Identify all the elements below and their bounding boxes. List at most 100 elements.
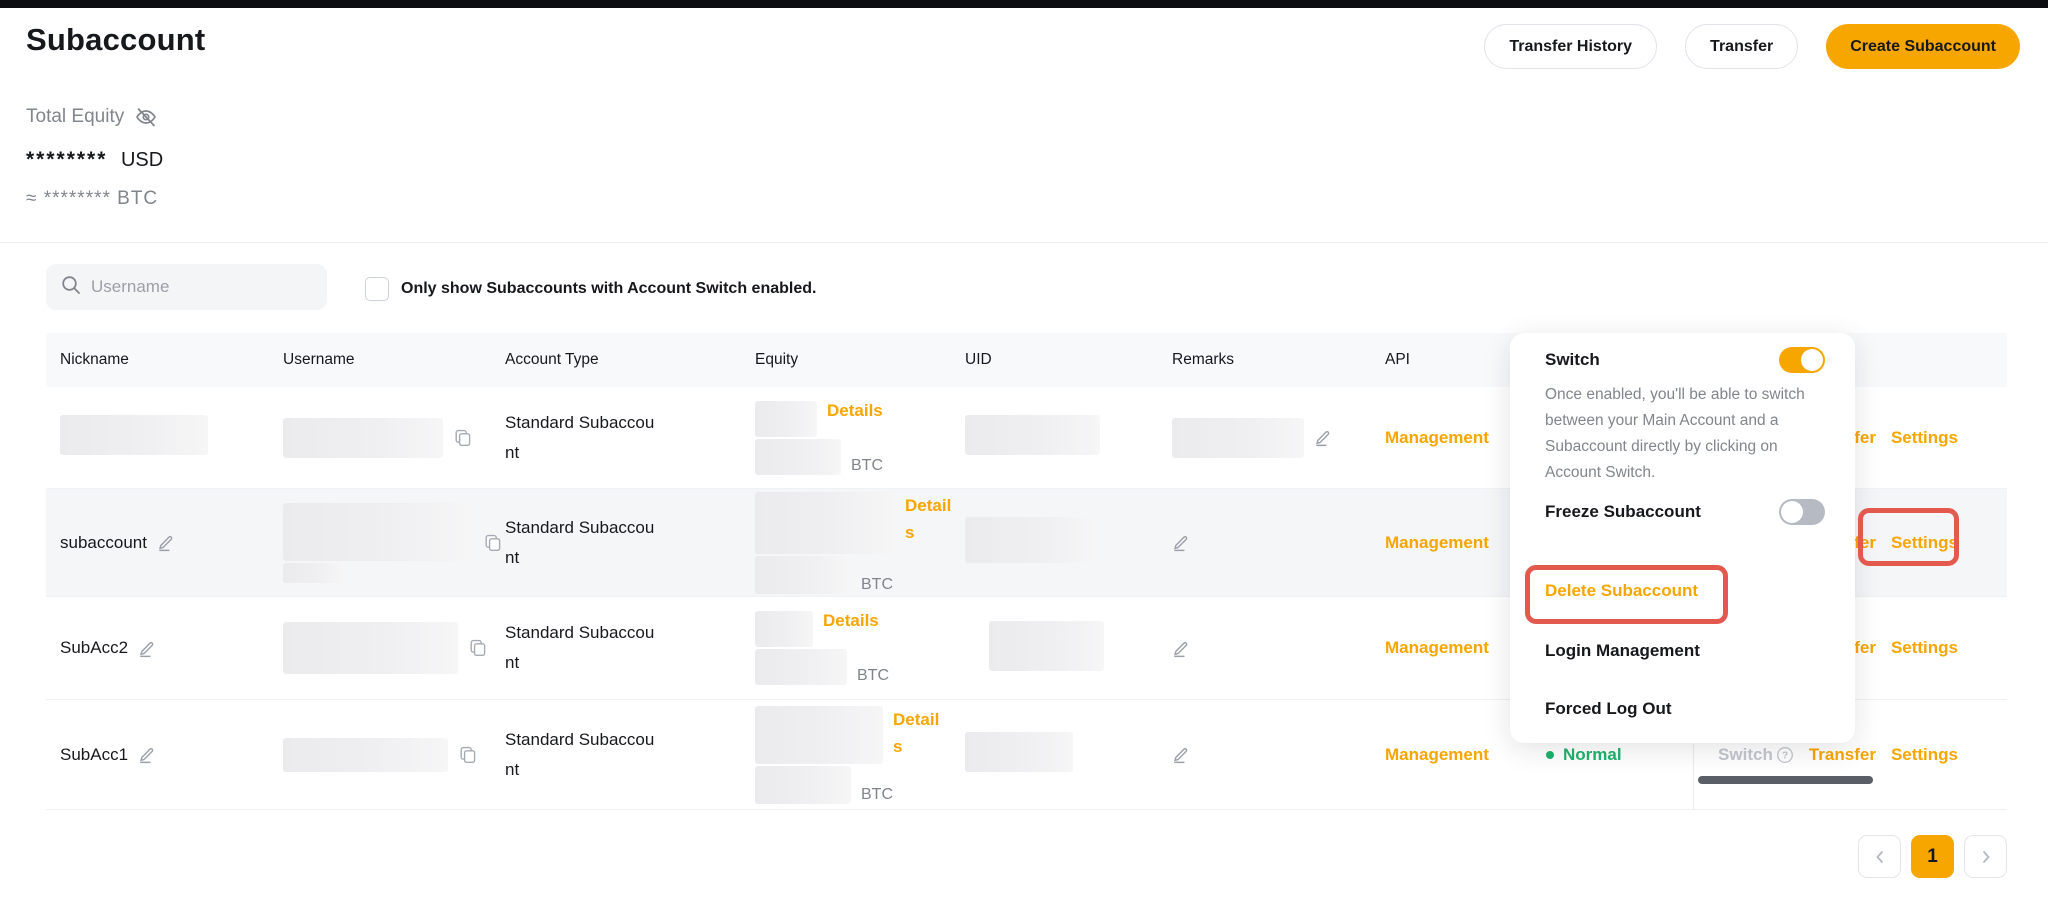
edit-remark-icon[interactable] xyxy=(1314,428,1333,447)
btc-unit: BTC xyxy=(117,188,158,209)
eye-off-icon[interactable] xyxy=(134,105,158,129)
col-username: Username xyxy=(283,351,505,369)
redacted-username xyxy=(283,563,345,583)
total-equity-label: Total Equity xyxy=(26,105,158,129)
transfer-history-button[interactable]: Transfer History xyxy=(1484,24,1657,69)
pagination: 1 xyxy=(1858,835,2007,878)
col-nickname: Nickname xyxy=(60,351,283,369)
redacted-username xyxy=(283,738,448,772)
switch-toggle-on[interactable] xyxy=(1779,347,1825,373)
equity-details-link[interactable]: Details xyxy=(823,611,879,631)
prev-page-button[interactable] xyxy=(1858,835,1901,878)
redacted-uid xyxy=(989,621,1104,671)
col-account-type: Account Type xyxy=(505,351,755,369)
edit-nickname-icon[interactable] xyxy=(138,745,157,764)
btc-label: BTC xyxy=(861,786,893,804)
total-equity-usd: ******** USD xyxy=(26,148,163,172)
redacted-uid xyxy=(965,517,1095,563)
edit-remark-icon[interactable] xyxy=(1172,639,1191,658)
section-divider xyxy=(0,242,2048,243)
api-management-link[interactable]: Management xyxy=(1385,745,1489,764)
edit-nickname-icon[interactable] xyxy=(138,639,157,658)
svg-text:?: ? xyxy=(1782,750,1788,761)
switch-filter-label: Only show Subaccounts with Account Switc… xyxy=(401,280,816,298)
redacted-uid xyxy=(965,732,1073,772)
switch-link-disabled[interactable]: Switch ? xyxy=(1718,745,1794,765)
redacted-equity-btc xyxy=(755,649,847,685)
freeze-label: Freeze Subaccount xyxy=(1545,502,1701,522)
col-uid: UID xyxy=(965,351,1172,369)
api-management-link[interactable]: Management xyxy=(1385,428,1489,447)
total-equity-btc: ≈ ******** BTC xyxy=(26,188,158,210)
settings-popup: Switch Once enabled, you'll be able to s… xyxy=(1510,333,1855,743)
redacted-equity-btc xyxy=(755,766,851,804)
col-remarks: Remarks xyxy=(1172,351,1385,369)
btc-label: BTC xyxy=(857,667,889,685)
equity-details-link[interactable]: Details xyxy=(905,492,959,546)
search-input[interactable] xyxy=(91,277,313,297)
chevron-left-icon xyxy=(1872,849,1888,865)
delete-subaccount-item[interactable]: Delete Subaccount xyxy=(1545,581,1825,601)
transfer-button[interactable]: Transfer xyxy=(1685,24,1798,69)
redacted-nickname xyxy=(60,415,208,455)
switch-label: Switch xyxy=(1545,350,1600,370)
equity-details-link[interactable]: Details xyxy=(827,401,883,421)
next-page-button[interactable] xyxy=(1964,835,2007,878)
copy-icon[interactable] xyxy=(458,745,478,765)
edit-remark-icon[interactable] xyxy=(1172,745,1191,764)
edit-nickname-icon[interactable] xyxy=(157,533,176,552)
transfer-link[interactable]: Transfer xyxy=(1809,745,1876,765)
create-subaccount-button[interactable]: Create Subaccount xyxy=(1826,24,2020,69)
edit-remark-icon[interactable] xyxy=(1172,533,1191,552)
account-type: Standard Subaccount xyxy=(505,725,657,785)
page-title: Subaccount xyxy=(26,22,205,58)
forced-log-out-item[interactable]: Forced Log Out xyxy=(1545,699,1825,719)
redacted-equity xyxy=(755,492,895,554)
redacted-uid xyxy=(965,415,1100,455)
header-actions: Transfer History Transfer Create Subacco… xyxy=(1484,24,2020,69)
settings-link[interactable]: Settings xyxy=(1891,745,1958,765)
account-type: Standard Subaccount xyxy=(505,408,657,468)
question-circle-icon: ? xyxy=(1776,746,1794,764)
redacted-username xyxy=(283,622,458,674)
chevron-right-icon xyxy=(1978,849,1994,865)
nickname: SubAcc1 xyxy=(60,745,128,765)
copy-icon[interactable] xyxy=(453,428,473,448)
sticky-column-divider xyxy=(1693,744,1694,810)
api-management-link[interactable]: Management xyxy=(1385,638,1489,657)
redacted-equity-btc xyxy=(755,439,841,475)
popup-switch-row: Switch xyxy=(1545,347,1825,373)
redacted-username xyxy=(283,503,473,561)
horizontal-scrollbar-thumb[interactable] xyxy=(1698,776,1873,784)
status-badge: Normal xyxy=(1546,745,1706,765)
settings-link[interactable]: Settings xyxy=(1891,638,1958,658)
equity-details-link[interactable]: Details xyxy=(893,706,940,760)
btc-label: BTC xyxy=(861,576,893,594)
search-icon xyxy=(60,274,82,301)
subaccount-page: Subaccount Transfer History Transfer Cre… xyxy=(0,0,2048,923)
settings-link[interactable]: Settings xyxy=(1891,428,1958,448)
col-equity: Equity xyxy=(755,351,965,369)
redacted-equity xyxy=(755,706,883,764)
redacted-equity xyxy=(755,401,817,437)
api-management-link[interactable]: Management xyxy=(1385,533,1489,552)
hidden-usd-value: ******** xyxy=(26,148,107,171)
browser-edge-bar xyxy=(0,0,2048,8)
status-dot xyxy=(1546,751,1554,759)
switch-filter-checkbox[interactable] xyxy=(365,277,389,301)
login-management-item[interactable]: Login Management xyxy=(1545,641,1825,661)
usd-unit: USD xyxy=(121,149,163,171)
nickname: subaccount xyxy=(60,533,147,553)
page-1-button[interactable]: 1 xyxy=(1911,835,1954,878)
copy-icon[interactable] xyxy=(483,533,503,553)
nickname: SubAcc2 xyxy=(60,638,128,658)
switch-description: Once enabled, you'll be able to switch b… xyxy=(1545,382,1825,486)
copy-icon[interactable] xyxy=(468,638,488,658)
freeze-toggle-off[interactable] xyxy=(1779,499,1825,525)
username-search[interactable] xyxy=(46,264,327,310)
account-type: Standard Subaccount xyxy=(505,513,657,573)
account-type: Standard Subaccount xyxy=(505,618,657,678)
popup-freeze-row: Freeze Subaccount xyxy=(1545,499,1825,525)
btc-label: BTC xyxy=(851,457,883,475)
settings-link[interactable]: Settings xyxy=(1891,533,1958,553)
